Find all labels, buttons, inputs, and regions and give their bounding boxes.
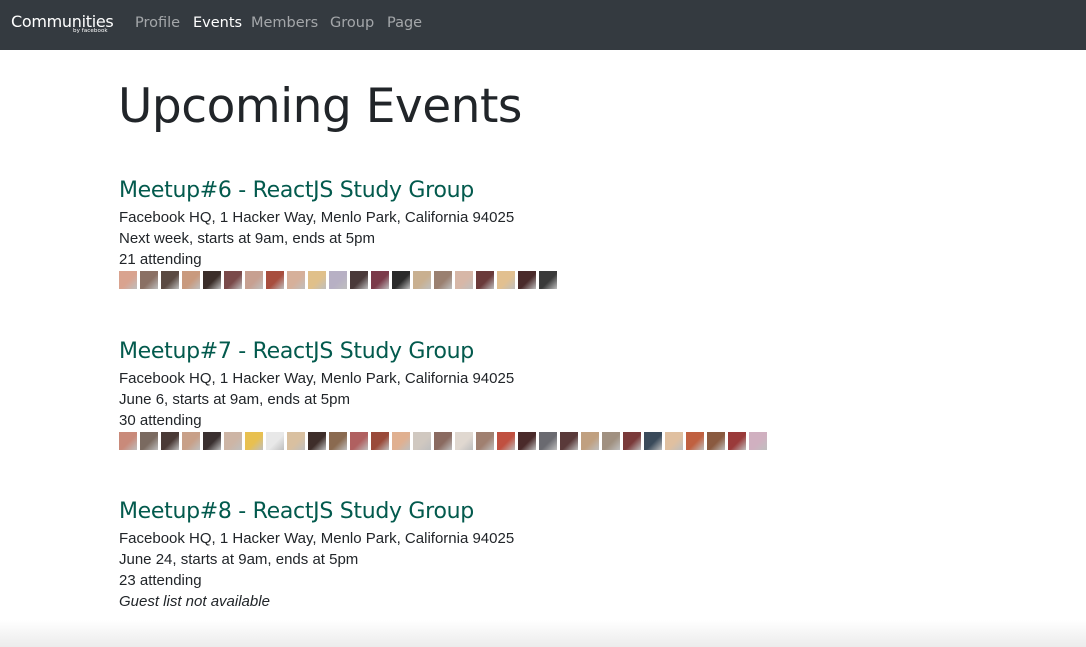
attendee-avatar[interactable] [182, 271, 200, 289]
attendee-avatar[interactable] [140, 271, 158, 289]
attendee-avatar[interactable] [371, 271, 389, 289]
attendee-avatar[interactable] [224, 432, 242, 450]
attendee-avatar[interactable] [224, 271, 242, 289]
top-navbar: Communities by facebook Profile Events M… [0, 0, 1086, 50]
attendee-avatar[interactable] [623, 432, 641, 450]
event-location: Facebook HQ, 1 Hacker Way, Menlo Park, C… [119, 370, 515, 387]
attendee-avatar[interactable] [245, 432, 263, 450]
attendee-avatar[interactable] [329, 271, 347, 289]
attendee-avatar[interactable] [749, 432, 767, 450]
attendee-avatar[interactable] [308, 432, 326, 450]
event-attending-count: 23 attending [119, 572, 202, 589]
attendee-avatar-list [119, 271, 557, 289]
attendee-avatar-list [119, 432, 767, 450]
nav-group[interactable]: Group [330, 15, 374, 31]
attendee-avatar[interactable] [602, 432, 620, 450]
event-location: Facebook HQ, 1 Hacker Way, Menlo Park, C… [119, 209, 515, 226]
attendee-avatar[interactable] [140, 432, 158, 450]
attendee-avatar[interactable] [497, 271, 515, 289]
event-time: June 24, starts at 9am, ends at 5pm [119, 551, 359, 568]
attendee-avatar[interactable] [539, 271, 557, 289]
attendee-avatar[interactable] [287, 271, 305, 289]
attendee-avatar[interactable] [707, 432, 725, 450]
attendee-avatar[interactable] [644, 432, 662, 450]
attendee-avatar[interactable] [287, 432, 305, 450]
page-title: Upcoming Events [118, 79, 522, 134]
attendee-avatar[interactable] [413, 271, 431, 289]
attendee-avatar[interactable] [560, 432, 578, 450]
attendee-avatar[interactable] [455, 271, 473, 289]
event-attending-count: 30 attending [119, 412, 202, 429]
event-title-link[interactable]: Meetup#7 - ReactJS Study Group [119, 336, 767, 368]
attendee-avatar[interactable] [665, 432, 683, 450]
attendee-avatar[interactable] [308, 271, 326, 289]
nav-members[interactable]: Members [251, 15, 318, 31]
attendee-avatar[interactable] [413, 432, 431, 450]
attendee-avatar[interactable] [350, 271, 368, 289]
attendee-avatar[interactable] [686, 432, 704, 450]
attendee-avatar[interactable] [182, 432, 200, 450]
attendee-avatar[interactable] [119, 271, 137, 289]
event-title-link[interactable]: Meetup#8 - ReactJS Study Group [119, 496, 514, 528]
attendee-avatar[interactable] [581, 432, 599, 450]
event-card: Meetup#8 - ReactJS Study Group Facebook … [119, 496, 514, 612]
nav-page[interactable]: Page [387, 15, 422, 31]
attendee-avatar[interactable] [455, 432, 473, 450]
attendee-avatar[interactable] [161, 432, 179, 450]
attendee-avatar[interactable] [266, 432, 284, 450]
nav-events[interactable]: Events [193, 15, 242, 31]
event-card: Meetup#7 - ReactJS Study Group Facebook … [119, 336, 767, 450]
attendee-avatar[interactable] [539, 432, 557, 450]
event-location: Facebook HQ, 1 Hacker Way, Menlo Park, C… [119, 530, 515, 547]
attendee-avatar[interactable] [119, 432, 137, 450]
attendee-avatar[interactable] [476, 432, 494, 450]
event-time: Next week, starts at 9am, ends at 5pm [119, 230, 375, 247]
attendee-avatar[interactable] [266, 271, 284, 289]
attendee-avatar[interactable] [203, 271, 221, 289]
attendee-avatar[interactable] [728, 432, 746, 450]
attendee-avatar[interactable] [434, 432, 452, 450]
event-time: June 6, starts at 9am, ends at 5pm [119, 391, 350, 408]
attendee-avatar[interactable] [350, 432, 368, 450]
attendee-avatar[interactable] [518, 432, 536, 450]
attendee-avatar[interactable] [392, 432, 410, 450]
attendee-avatar[interactable] [434, 271, 452, 289]
attendee-avatar[interactable] [476, 271, 494, 289]
attendee-avatar[interactable] [497, 432, 515, 450]
nav-profile[interactable]: Profile [135, 15, 180, 31]
guest-list-note: Guest list not available [119, 593, 270, 610]
footer-shade [0, 620, 1086, 647]
event-attending-count: 21 attending [119, 251, 202, 268]
attendee-avatar[interactable] [161, 271, 179, 289]
attendee-avatar[interactable] [392, 271, 410, 289]
attendee-avatar[interactable] [518, 271, 536, 289]
attendee-avatar[interactable] [329, 432, 347, 450]
event-card: Meetup#6 - ReactJS Study Group Facebook … [119, 175, 557, 289]
attendee-avatar[interactable] [371, 432, 389, 450]
brand-subtitle: by facebook [73, 28, 108, 34]
attendee-avatar[interactable] [245, 271, 263, 289]
attendee-avatar[interactable] [203, 432, 221, 450]
event-title-link[interactable]: Meetup#6 - ReactJS Study Group [119, 175, 557, 207]
